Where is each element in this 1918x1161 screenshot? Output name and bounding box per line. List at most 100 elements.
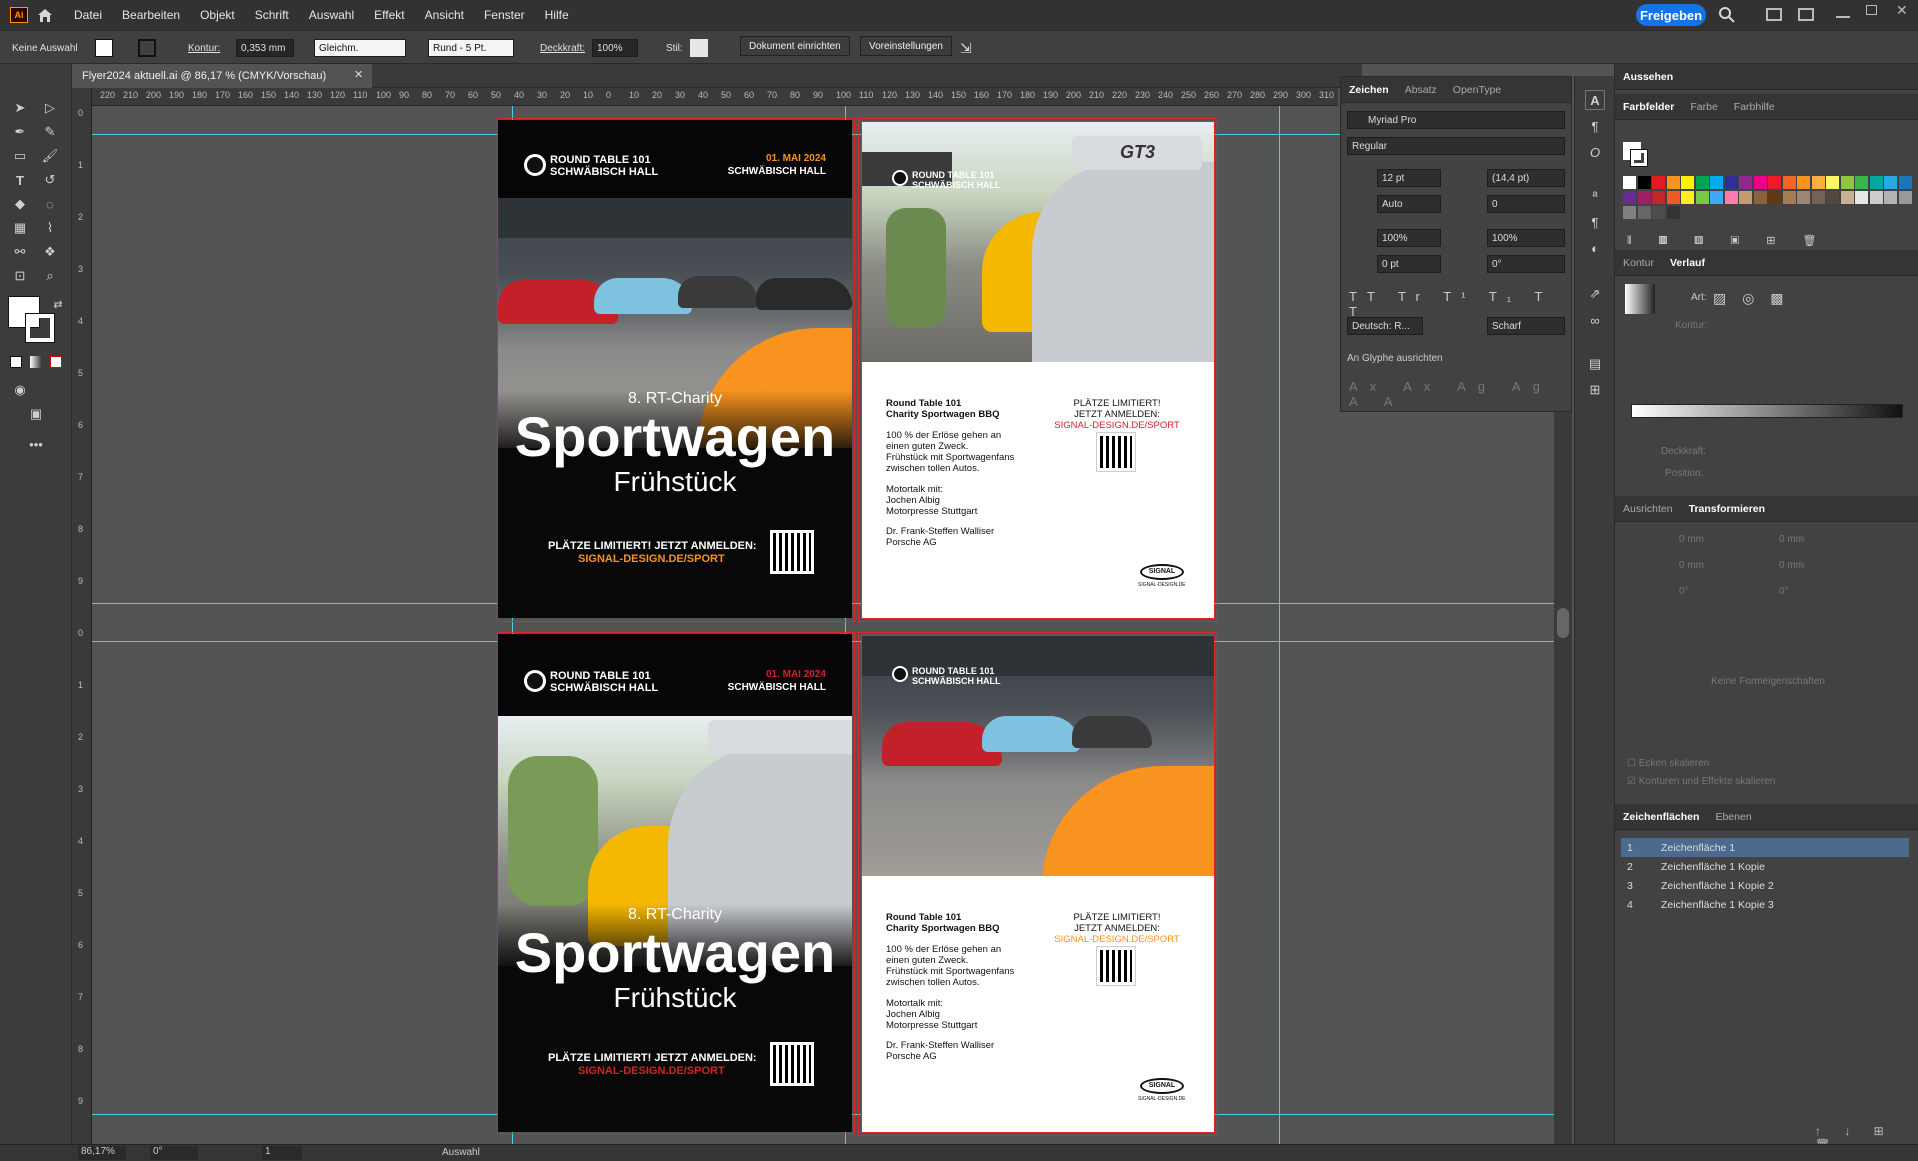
fill-swatch[interactable] (95, 39, 113, 57)
type-tool-icon[interactable]: T (10, 170, 30, 190)
color-swatch[interactable] (1826, 176, 1839, 189)
leading-field[interactable]: (14,4 pt) (1487, 169, 1565, 187)
tab-farbe[interactable]: Farbe (1682, 101, 1725, 113)
tab-aussehen[interactable]: Aussehen (1615, 71, 1681, 83)
color-swatch[interactable] (1710, 191, 1723, 204)
tracking-field[interactable]: 0 (1487, 195, 1565, 213)
tab-absatz[interactable]: Absatz (1397, 84, 1445, 96)
color-swatch[interactable] (1811, 191, 1825, 204)
symbol-tool-icon[interactable]: ❖ (40, 242, 60, 262)
vertical-scale-field[interactable]: 100% (1377, 229, 1441, 247)
swatch-actions-icons[interactable]: ⫴ ▦ ▥ ▣ ⊞ 🗑 (1627, 234, 1828, 248)
menu-datei[interactable]: Datei (64, 8, 112, 22)
text-case-icons[interactable]: TT Tr T¹ T₁ T T (1349, 289, 1571, 319)
rotation-field[interactable]: 0° (150, 1146, 198, 1160)
tab-zeichen[interactable]: Zeichen (1341, 84, 1397, 96)
canvas[interactable]: ROUND TABLE 101 SCHWÄBISCH HALL 01. MAI 2… (92, 106, 1554, 1144)
menu-auswahl[interactable]: Auswahl (299, 8, 364, 22)
scroll-thumb[interactable] (1557, 608, 1569, 638)
gradient-tool-icon[interactable]: ▦ (10, 218, 30, 238)
color-swatch[interactable] (1695, 191, 1709, 204)
color-swatch[interactable] (1695, 176, 1709, 189)
home-icon[interactable] (36, 7, 54, 23)
transform-shear[interactable]: 0° (1779, 586, 1789, 597)
color-swatch[interactable] (1782, 191, 1796, 204)
color-swatch[interactable] (1768, 176, 1781, 189)
zoom-tool-icon[interactable]: ⌕ (40, 266, 60, 286)
color-swatch[interactable] (1884, 176, 1897, 189)
stroke-color-icon[interactable] (25, 313, 55, 343)
color-swatch[interactable] (1666, 191, 1680, 204)
color-swatch[interactable] (1623, 191, 1636, 204)
scale-strokes-checkbox[interactable]: ☑ Konturen und Effekte skalieren (1627, 776, 1775, 787)
color-swatch[interactable] (1898, 176, 1912, 189)
gradient-slider[interactable] (1631, 404, 1903, 418)
artboard-row[interactable]: 3 Zeichenfläche 1 Kopie 2 (1621, 876, 1909, 895)
color-swatch[interactable] (1826, 191, 1839, 204)
close-tab-icon[interactable]: ✕ (354, 68, 363, 81)
stroke-weight-field[interactable]: 0,353 mm (236, 39, 294, 57)
tab-verlauf[interactable]: Verlauf (1662, 257, 1713, 269)
screen-mode-icon[interactable]: ▣ (26, 404, 46, 424)
minimize-icon[interactable] (1836, 4, 1850, 18)
menu-hilfe[interactable]: Hilfe (535, 8, 579, 22)
color-swatch[interactable] (1768, 191, 1781, 204)
color-swatch[interactable] (1739, 191, 1752, 204)
tab-farbhilfe[interactable]: Farbhilfe (1726, 101, 1783, 113)
links-panel-icon[interactable]: ∞ (1585, 310, 1605, 330)
color-swatch[interactable] (1681, 191, 1694, 204)
color-swatch[interactable] (1637, 206, 1651, 219)
document-setup-button[interactable]: Dokument einrichten (740, 36, 850, 56)
character-panel-icon[interactable]: A (1585, 90, 1605, 110)
color-swatch[interactable] (1869, 191, 1883, 204)
color-swatch[interactable] (1753, 176, 1767, 189)
selection-tool-icon[interactable]: ➤ (10, 98, 30, 118)
tab-ebenen[interactable]: Ebenen (1707, 811, 1759, 823)
artboard-nav-field[interactable]: 1 (262, 1146, 302, 1160)
tab-opentype[interactable]: OpenType (1445, 84, 1509, 96)
color-swatch[interactable] (1797, 191, 1810, 204)
gradient-mode-icon[interactable] (30, 356, 42, 368)
language-select[interactable]: Deutsch: R... (1347, 317, 1423, 335)
menu-schrift[interactable]: Schrift (245, 8, 299, 22)
tab-farbfelder[interactable]: Farbfelder (1615, 101, 1682, 113)
share-button[interactable]: Freigeben (1636, 4, 1706, 26)
tab-zeichenflaechen[interactable]: Zeichenflächen (1615, 811, 1707, 823)
tab-transformieren[interactable]: Transformieren (1681, 503, 1773, 515)
lasso-tool-icon[interactable]: ◌ (40, 194, 60, 214)
color-swatch[interactable] (1637, 176, 1651, 189)
arrange-documents-icon[interactable] (1766, 8, 1782, 21)
baseline-field[interactable]: 0 pt (1377, 255, 1441, 273)
appearance-panel-icon[interactable]: ◐ (1585, 238, 1605, 258)
direct-selection-tool-icon[interactable]: ▷ (40, 98, 60, 118)
more-tools-icon[interactable]: ••• (26, 434, 46, 454)
color-swatch[interactable] (1652, 206, 1665, 219)
color-swatch[interactable] (1884, 191, 1897, 204)
horizontal-ruler[interactable]: 220 210 200 190 180 170 160 150 140 130 120 110 100 9… (92, 88, 1338, 106)
layers-panel-icon[interactable]: ▤ (1585, 354, 1605, 374)
color-swatch[interactable] (1782, 176, 1796, 189)
paragraph-styles-icon[interactable]: ¶ (1585, 212, 1605, 232)
eraser-tool-icon[interactable]: ◆ (10, 194, 30, 214)
rectangle-tool-icon[interactable]: ▭ (10, 146, 30, 166)
preferences-button[interactable]: Voreinstellungen (860, 36, 952, 56)
close-icon[interactable]: ✕ (1896, 2, 1908, 19)
menu-ansicht[interactable]: Ansicht (415, 8, 474, 22)
opacity-label[interactable]: Deckkraft: (540, 39, 585, 57)
vertical-ruler[interactable]: 0 1 2 3 4 5 6 7 8 9 0 1 2 3 4 5 6 7 8 9 (72, 88, 92, 1144)
swap-colors-icon[interactable]: ⇄ (48, 294, 68, 314)
color-swatch[interactable] (1739, 176, 1752, 189)
color-swatch[interactable] (1710, 176, 1723, 189)
font-size-field[interactable]: 12 pt (1377, 169, 1441, 187)
gradient-preview[interactable] (1625, 284, 1655, 314)
color-swatch[interactable] (1681, 176, 1694, 189)
search-icon[interactable] (1718, 6, 1736, 24)
stroke-profile[interactable]: Gleichm. (314, 39, 406, 57)
curvature-tool-icon[interactable]: ✎ (40, 122, 60, 142)
transform-w[interactable]: 0 mm (1779, 534, 1804, 545)
color-swatch[interactable] (1869, 176, 1883, 189)
color-swatch[interactable] (1623, 176, 1636, 189)
kerning-field[interactable]: Auto (1377, 195, 1441, 213)
draw-normal-icon[interactable]: ◉ (10, 380, 30, 400)
color-swatch[interactable] (1840, 176, 1854, 189)
